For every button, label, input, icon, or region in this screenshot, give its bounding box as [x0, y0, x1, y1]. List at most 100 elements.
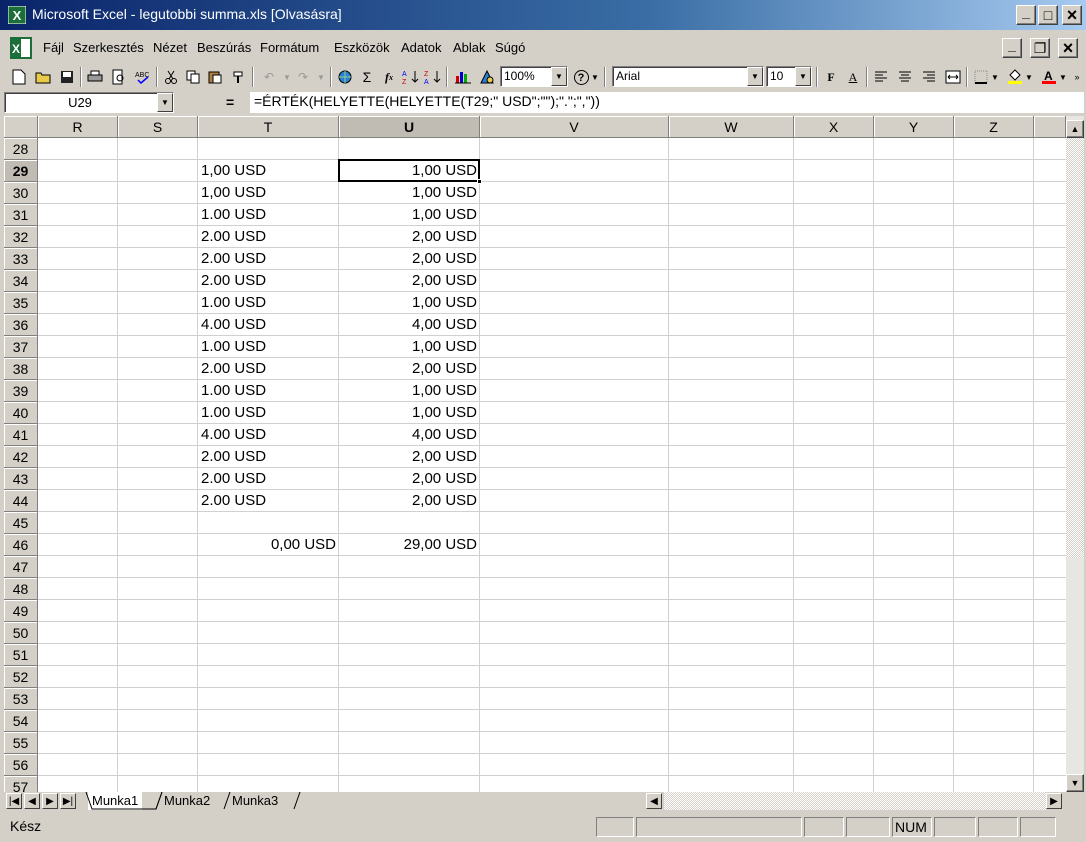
- row-header-55[interactable]: 55: [4, 732, 38, 754]
- scroll-right-button[interactable]: ▶: [1046, 793, 1062, 809]
- cell-u40[interactable]: 1,00 USD: [339, 402, 480, 424]
- row-header-28[interactable]: 28: [4, 138, 38, 160]
- chevron-down-icon[interactable]: ▼: [551, 67, 567, 86]
- borders-dropdown[interactable]: ▼: [990, 66, 1000, 88]
- row-header-35[interactable]: 35: [4, 292, 38, 314]
- cell-u46[interactable]: 29,00 USD: [339, 534, 480, 556]
- cell-t40[interactable]: 1.00 USD: [198, 402, 339, 424]
- hyperlink-button[interactable]: [334, 66, 356, 88]
- cell-t34[interactable]: 2.00 USD: [198, 270, 339, 292]
- redo-dropdown[interactable]: ▼: [310, 66, 332, 88]
- cell-t42[interactable]: 2.00 USD: [198, 446, 339, 468]
- menu-edit[interactable]: Szerkesztés: [73, 40, 144, 55]
- underline-button[interactable]: A: [842, 66, 864, 88]
- fill-color-dropdown[interactable]: ▼: [1024, 66, 1034, 88]
- row-header-41[interactable]: 41: [4, 424, 38, 446]
- menu-data[interactable]: Adatok: [401, 40, 441, 55]
- menu-insert[interactable]: Beszúrás: [197, 40, 251, 55]
- row-header-37[interactable]: 37: [4, 336, 38, 358]
- row-header-33[interactable]: 33: [4, 248, 38, 270]
- formula-input[interactable]: =ÉRTÉK(HELYETTE(HELYETTE(T29;" USD";"");…: [250, 92, 1084, 113]
- row-header-51[interactable]: 51: [4, 644, 38, 666]
- cell-t39[interactable]: 1.00 USD: [198, 380, 339, 402]
- row-header-53[interactable]: 53: [4, 688, 38, 710]
- equals-button[interactable]: =: [226, 94, 234, 110]
- font-color-button[interactable]: A: [1038, 66, 1060, 88]
- name-box[interactable]: U29 ▼: [4, 92, 174, 113]
- chevron-down-icon[interactable]: ▼: [795, 67, 811, 86]
- autosum-button[interactable]: Σ: [356, 66, 378, 88]
- print-preview-button[interactable]: [108, 66, 130, 88]
- cell-t44[interactable]: 2.00 USD: [198, 490, 339, 512]
- column-header-s[interactable]: S: [118, 116, 198, 138]
- cut-button[interactable]: [160, 66, 182, 88]
- column-header-v[interactable]: V: [480, 116, 669, 138]
- toolbar-more-button[interactable]: »: [1070, 66, 1084, 88]
- row-header-54[interactable]: 54: [4, 710, 38, 732]
- fill-color-button[interactable]: [1004, 66, 1026, 88]
- select-all-corner[interactable]: [4, 116, 38, 138]
- column-header-x[interactable]: X: [794, 116, 874, 138]
- save-button[interactable]: [56, 66, 78, 88]
- chevron-down-icon[interactable]: ▼: [157, 93, 173, 112]
- row-header-36[interactable]: 36: [4, 314, 38, 336]
- first-sheet-button[interactable]: |◀: [6, 793, 22, 809]
- bold-button[interactable]: F: [820, 66, 842, 88]
- row-header-56[interactable]: 56: [4, 754, 38, 776]
- font-size-select[interactable]: 10 ▼: [766, 66, 812, 87]
- minimize-button[interactable]: _: [1016, 4, 1036, 25]
- copy-button[interactable]: [182, 66, 204, 88]
- row-header-42[interactable]: 42: [4, 446, 38, 468]
- help-button[interactable]: ?: [570, 66, 592, 88]
- row-header-44[interactable]: 44: [4, 490, 38, 512]
- cell-u30[interactable]: 1,00 USD: [339, 182, 480, 204]
- scroll-down-button[interactable]: ▼: [1066, 774, 1084, 792]
- cell-u38[interactable]: 2,00 USD: [339, 358, 480, 380]
- cell-u44[interactable]: 2,00 USD: [339, 490, 480, 512]
- scroll-up-button[interactable]: ▲: [1066, 120, 1084, 138]
- doc-restore-button[interactable]: ❐: [1030, 38, 1050, 58]
- row-header-57[interactable]: 57: [4, 776, 38, 792]
- doc-minimize-button[interactable]: _: [1002, 37, 1022, 58]
- horizontal-scrollbar[interactable]: [664, 792, 1046, 810]
- scroll-left-button[interactable]: ◀: [646, 793, 662, 809]
- menu-tools[interactable]: Eszközök: [334, 40, 390, 55]
- column-header-r[interactable]: R: [38, 116, 118, 138]
- format-painter-button[interactable]: [228, 66, 250, 88]
- prev-sheet-button[interactable]: ◀: [24, 793, 40, 809]
- cell-t30[interactable]: 1,00 USD: [198, 182, 339, 204]
- column-header-z[interactable]: Z: [954, 116, 1034, 138]
- column-header-y[interactable]: Y: [874, 116, 954, 138]
- row-header-30[interactable]: 30: [4, 182, 38, 204]
- row-header-40[interactable]: 40: [4, 402, 38, 424]
- cell-t37[interactable]: 1.00 USD: [198, 336, 339, 358]
- function-button[interactable]: fx: [378, 66, 400, 88]
- print-button[interactable]: [84, 66, 106, 88]
- spelling-button[interactable]: ABC: [132, 66, 154, 88]
- menu-file[interactable]: Fájl: [43, 40, 64, 55]
- vertical-scrollbar[interactable]: ▲ ▼: [1066, 116, 1084, 792]
- new-button[interactable]: [8, 66, 30, 88]
- vertical-scroll-track[interactable]: [1066, 138, 1084, 558]
- cell-t32[interactable]: 2.00 USD: [198, 226, 339, 248]
- cell-t36[interactable]: 4.00 USD: [198, 314, 339, 336]
- cell-u43[interactable]: 2,00 USD: [339, 468, 480, 490]
- cell-u35[interactable]: 1,00 USD: [339, 292, 480, 314]
- spreadsheet-grid[interactable]: R S T U V W X Y Z 28 29 30 31 32 33 34 35 36 37 38 39 40 41 42 4…: [4, 116, 1066, 792]
- row-header-31[interactable]: 31: [4, 204, 38, 226]
- row-header-43[interactable]: 43: [4, 468, 38, 490]
- zoom-select[interactable]: 100% ▼: [500, 66, 568, 87]
- paste-button[interactable]: [204, 66, 226, 88]
- row-header-47[interactable]: 47: [4, 556, 38, 578]
- row-header-46[interactable]: 46: [4, 534, 38, 556]
- cell-t31[interactable]: 1.00 USD: [198, 204, 339, 226]
- row-header-39[interactable]: 39: [4, 380, 38, 402]
- row-header-45[interactable]: 45: [4, 512, 38, 534]
- chevron-down-icon[interactable]: ▼: [747, 67, 763, 86]
- cell-t43[interactable]: 2.00 USD: [198, 468, 339, 490]
- merge-center-button[interactable]: [942, 66, 964, 88]
- row-header-52[interactable]: 52: [4, 666, 38, 688]
- fill-handle[interactable]: [477, 179, 482, 184]
- cell-u39[interactable]: 1,00 USD: [339, 380, 480, 402]
- cell-u41[interactable]: 4,00 USD: [339, 424, 480, 446]
